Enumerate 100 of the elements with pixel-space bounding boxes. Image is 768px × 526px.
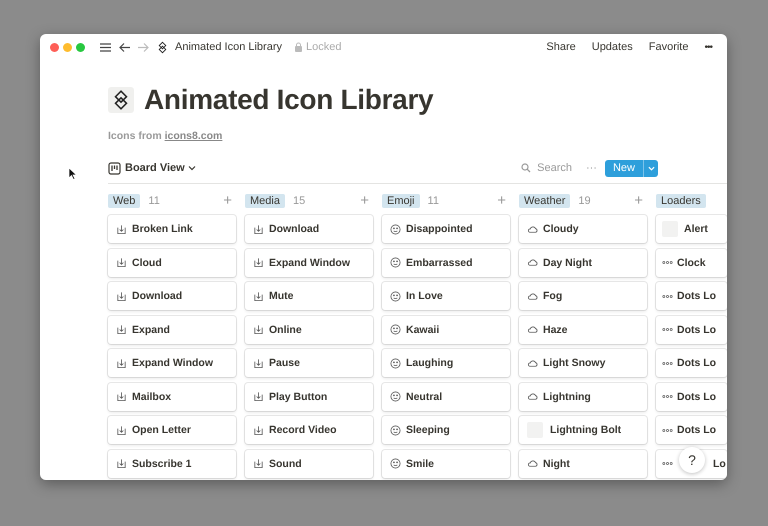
face-icon <box>390 458 401 469</box>
group-tag: Emoji <box>382 194 420 208</box>
board-card[interactable]: Dots Lo <box>656 382 727 410</box>
view-dropdown[interactable]: Board View <box>125 162 185 174</box>
download-icon <box>116 358 127 368</box>
board-card[interactable]: Dots Lo <box>656 316 727 344</box>
board-card[interactable]: Play Button <box>245 382 373 410</box>
card-title: Cloud <box>132 256 162 268</box>
source-link[interactable]: icons8.com <box>164 130 222 142</box>
board-card[interactable]: Day Night <box>519 248 647 276</box>
download-icon <box>253 391 264 402</box>
zoom-button[interactable] <box>76 42 85 52</box>
topbar-action[interactable]: Updates <box>586 41 638 53</box>
board-card[interactable]: Clock <box>656 248 727 276</box>
board-card[interactable]: Pause <box>245 349 373 377</box>
download-icon <box>116 458 127 469</box>
board-card[interactable]: Cloudy <box>519 215 647 243</box>
board-card[interactable]: Kawaii <box>382 316 510 344</box>
board-card[interactable]: Expand <box>108 316 236 344</box>
board-card[interactable]: Expand Window <box>108 349 236 377</box>
board-card[interactable]: Night <box>519 450 647 478</box>
face-icon <box>390 424 401 436</box>
cursor-icon <box>68 167 77 180</box>
group-count: 11 <box>148 194 160 206</box>
board-card[interactable]: Lightning Bolt <box>519 416 647 444</box>
board-card[interactable]: Dots Lo <box>656 282 727 310</box>
caret-icon <box>648 164 654 172</box>
board-card[interactable]: Sleeping <box>382 416 510 444</box>
board-card[interactable]: Mailbox <box>108 382 236 410</box>
card-title: Open Letter <box>132 424 191 436</box>
group-tag: Weather <box>519 194 570 208</box>
more-button[interactable]: ••• <box>699 42 717 52</box>
board-card[interactable]: Expand Window <box>245 248 373 276</box>
board-card[interactable]: In Love <box>382 282 510 310</box>
card-title: Dots Lo <box>677 424 716 436</box>
board-card[interactable]: Record Video <box>245 416 373 444</box>
menu-icon[interactable] <box>99 40 112 54</box>
board-card[interactable]: Cloud <box>108 248 236 276</box>
board-card[interactable]: Mute <box>245 282 373 310</box>
board-card[interactable]: Alert <box>656 215 727 243</box>
card-title: Dots Lo <box>677 324 716 336</box>
face-icon <box>390 358 401 368</box>
topbar-action[interactable]: Share <box>541 41 581 53</box>
card-title: Night <box>543 458 570 470</box>
board-card[interactable]: Dots Lo <box>656 349 727 377</box>
cloud-icon <box>527 358 538 368</box>
board-card[interactable]: Download <box>108 282 236 310</box>
lock-icon <box>294 42 303 52</box>
face-icon <box>390 224 401 234</box>
board-card[interactable]: Sound <box>245 450 373 478</box>
board-card[interactable]: Dots Lo <box>656 416 727 444</box>
board-card[interactable]: Fog <box>519 282 647 310</box>
group-tag: Loaders <box>656 194 706 208</box>
card-title: Subscribe 1 <box>132 458 192 470</box>
forward-arrow-icon[interactable] <box>137 40 150 54</box>
group-tag: Web <box>108 194 140 208</box>
card-title: Record Video <box>269 424 336 436</box>
board-card[interactable]: Laughing <box>382 349 510 377</box>
board-card[interactable]: Embarrassed <box>382 248 510 276</box>
page-title: Animated Icon Library <box>144 84 434 116</box>
board-card[interactable]: Haze <box>519 316 647 344</box>
card-title: Dots Lo <box>677 357 716 369</box>
minimize-button[interactable] <box>63 42 72 52</box>
card-title: Dots Lo <box>677 390 716 402</box>
card-title: Kawaii <box>406 324 440 336</box>
close-button[interactable] <box>50 42 59 52</box>
cloud-icon <box>527 458 538 469</box>
board-card[interactable]: Light Snowy <box>519 349 647 377</box>
topbar-action[interactable]: Favorite <box>644 41 694 53</box>
face-icon <box>390 257 401 268</box>
back-arrow-icon[interactable] <box>118 40 131 54</box>
board-card[interactable]: Disappointed <box>382 215 510 243</box>
cloud-icon <box>527 391 538 402</box>
card-title: Disappointed <box>406 223 473 235</box>
board-card[interactable]: Lightning <box>519 382 647 410</box>
cloud-icon <box>527 290 538 302</box>
board-icon <box>108 162 121 174</box>
card-title: Lightning Bolt <box>550 424 622 436</box>
diamond-logo-icon <box>156 40 169 54</box>
board-card[interactable]: Broken Link <box>108 215 236 243</box>
breadcrumb-title[interactable]: Animated Icon Library <box>175 41 282 53</box>
card-title: Online <box>269 324 302 336</box>
card-title: Alert <box>684 223 708 235</box>
card-title: Dots Lo <box>677 290 716 302</box>
card-title: Laughing <box>406 357 454 369</box>
download-icon <box>253 224 264 234</box>
board-card[interactable]: Download <box>245 215 373 243</box>
board-card[interactable]: Open Letter <box>108 416 236 444</box>
download-icon <box>253 290 264 302</box>
download-icon <box>116 257 127 268</box>
download-icon <box>253 257 264 268</box>
card-title: Lo <box>713 458 726 470</box>
board-card[interactable]: Neutral <box>382 382 510 410</box>
board-card[interactable]: Smile <box>382 450 510 478</box>
board-card[interactable]: Online <box>245 316 373 344</box>
download-icon <box>253 358 264 368</box>
search-icon[interactable] <box>521 163 532 173</box>
card-title: Expand Window <box>132 357 213 369</box>
board-card[interactable]: Subscribe 1 <box>108 450 236 478</box>
caret-icon[interactable] <box>188 164 196 172</box>
